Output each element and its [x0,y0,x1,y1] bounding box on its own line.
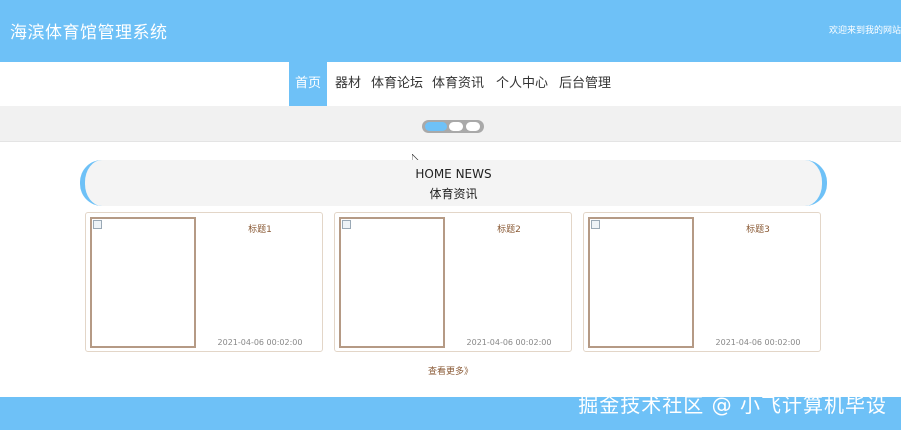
news-card-time: 2021-04-06 00:02:00 [466,338,552,347]
nav-item-equipment[interactable]: 器材 [332,62,364,106]
news-card-title[interactable]: 标题1 [202,222,318,235]
heading-chinese: 体育资讯 [429,187,478,201]
news-card-image[interactable] [339,217,445,348]
page: 海滨体育馆管理系统 欢迎来到我的网站 首页 器材 体育论坛 体育资讯 个人中心 … [0,0,901,430]
news-card-time: 2021-04-06 00:02:00 [715,338,801,347]
news-card-3[interactable]: 标题3 2021-04-06 00:02:00 [583,212,821,352]
nav-item-home[interactable]: 首页 [289,62,327,106]
news-card-2[interactable]: 标题2 2021-04-06 00:02:00 [334,212,572,352]
broken-image-icon [591,220,600,229]
carousel-dot-1[interactable] [425,122,447,131]
news-card-title[interactable]: 标题2 [451,222,567,235]
site-title: 海滨体育馆管理系统 [10,23,168,43]
carousel-indicators [422,120,484,133]
carousel-dot-3[interactable] [466,122,480,131]
main-nav: 首页 器材 体育论坛 体育资讯 个人中心 后台管理 [0,62,901,106]
heading-english: HOME NEWS [415,167,492,181]
broken-image-icon [93,220,102,229]
news-card-1[interactable]: 标题1 2021-04-06 00:02:00 [85,212,323,352]
news-card-time: 2021-04-06 00:02:00 [217,338,303,347]
nav-item-sports-forum[interactable]: 体育论坛 [369,62,425,106]
nav-item-personal-center[interactable]: 个人中心 [494,62,550,106]
carousel-banner [0,106,901,142]
nav-item-sports-news[interactable]: 体育资讯 [430,62,486,106]
watermark-text: 掘金技术社区 @ 小飞计算机毕设 [578,393,887,417]
carousel-dot-2[interactable] [449,122,463,131]
welcome-text: 欢迎来到我的网站 [828,26,901,36]
broken-image-icon [342,220,351,229]
view-more-link[interactable]: 查看更多》 [0,364,901,377]
news-card-image[interactable] [588,217,694,348]
news-card-image[interactable] [90,217,196,348]
news-card-title[interactable]: 标题3 [700,222,816,235]
header-bar: 海滨体育馆管理系统 欢迎来到我的网站 [0,0,901,62]
news-section-heading: HOME NEWS 体育资讯 [80,160,827,206]
nav-item-admin[interactable]: 后台管理 [557,62,613,106]
